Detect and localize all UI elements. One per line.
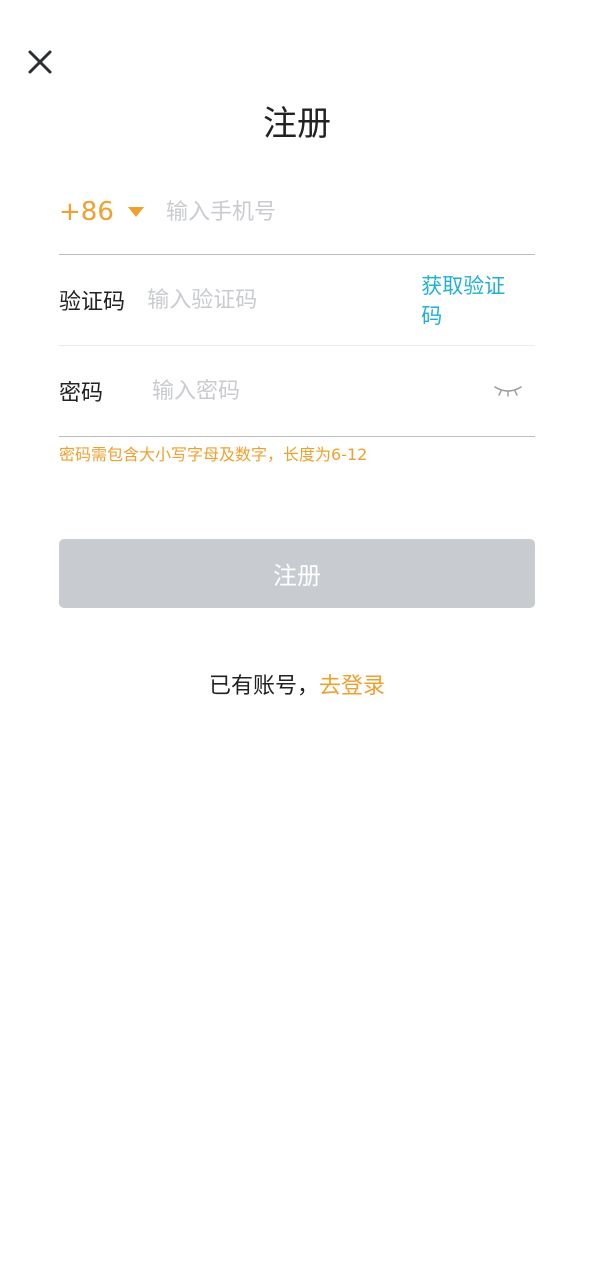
- register-button[interactable]: 注册: [59, 539, 535, 608]
- password-hint: 密码需包含大小写字母及数字，长度为6-12: [59, 445, 368, 464]
- close-icon: [28, 50, 52, 74]
- verification-code-row: 验证码 获取验证码: [59, 255, 535, 346]
- go-login-link[interactable]: 去登录: [319, 674, 385, 699]
- register-form: +86 验证码 获取验证码 密码 密码需包含大小写字母及数字，长度为6-12: [59, 170, 535, 467]
- password-row: 密码: [59, 346, 535, 437]
- eye-closed-icon[interactable]: [493, 383, 523, 399]
- country-code-value: +86: [59, 197, 114, 227]
- get-code-button[interactable]: 获取验证码: [421, 270, 521, 330]
- caret-down-icon: [127, 207, 144, 217]
- password-label: 密码: [59, 381, 104, 406]
- password-input[interactable]: [152, 378, 493, 404]
- verification-code-input[interactable]: [147, 287, 422, 313]
- phone-input[interactable]: [166, 199, 535, 225]
- page-title: 注册: [263, 104, 331, 144]
- login-prompt-text: 已有账号，: [208, 674, 319, 699]
- verification-code-label: 验证码: [59, 290, 126, 315]
- login-prompt-line: 已有账号，去登录: [0, 670, 594, 704]
- close-button[interactable]: [22, 44, 58, 80]
- phone-row: +86: [59, 170, 535, 255]
- country-code-selector[interactable]: +86: [59, 197, 166, 227]
